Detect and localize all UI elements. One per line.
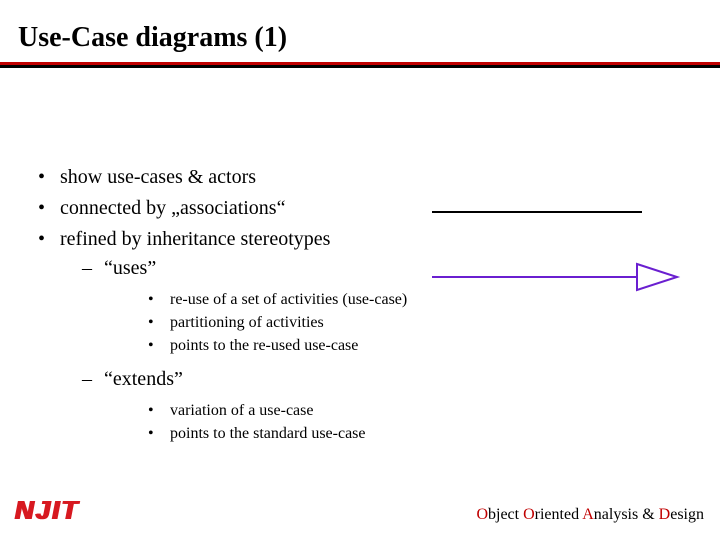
bullet-text: points to the standard use-case: [170, 425, 366, 442]
footer-accent: D: [659, 506, 671, 523]
association-arrow-diagram: [422, 192, 682, 302]
bullet-level3: points to the re-used use-case: [104, 334, 678, 357]
bullet-text: partitioning of activities: [170, 314, 324, 331]
footer-part: nalysis &: [594, 506, 659, 523]
bullet-text: variation of a use-case: [170, 402, 313, 419]
footer-accent: A: [582, 506, 594, 523]
bullet-text: points to the re-used use-case: [170, 337, 358, 354]
footer-part: esign: [670, 506, 704, 523]
bullet-text: show use-cases & actors: [60, 166, 256, 188]
bullet-text: connected by „associations“: [60, 197, 285, 219]
bullet-level3: variation of a use-case: [104, 399, 678, 422]
footer-part: bject: [488, 506, 523, 523]
footer-accent: O: [476, 506, 488, 523]
footer-accent: O: [523, 506, 535, 523]
bullet-text: refined by inheritance stereotypes: [60, 228, 330, 250]
title-rule: [0, 62, 720, 68]
bullet-level3: points to the standard use-case: [104, 422, 678, 445]
bullet-level1: show use-cases & actors: [38, 164, 678, 191]
footer-part: riented: [535, 506, 583, 523]
bullet-text: “uses”: [104, 257, 156, 279]
inheritance-arrow-head-icon: [637, 264, 677, 290]
footer-text: Object Oriented Analysis & Design: [476, 506, 704, 524]
bullet-level3: partitioning of activities: [104, 311, 678, 334]
bullet-text: “extends”: [104, 368, 183, 390]
bullet-level2: “extends” variation of a use-case points…: [60, 366, 678, 445]
slide-title: Use-Case diagrams (1): [18, 22, 287, 54]
njit-logo: NJIT: [14, 495, 78, 526]
bullet-text: re-use of a set of activities (use-case): [170, 291, 407, 308]
